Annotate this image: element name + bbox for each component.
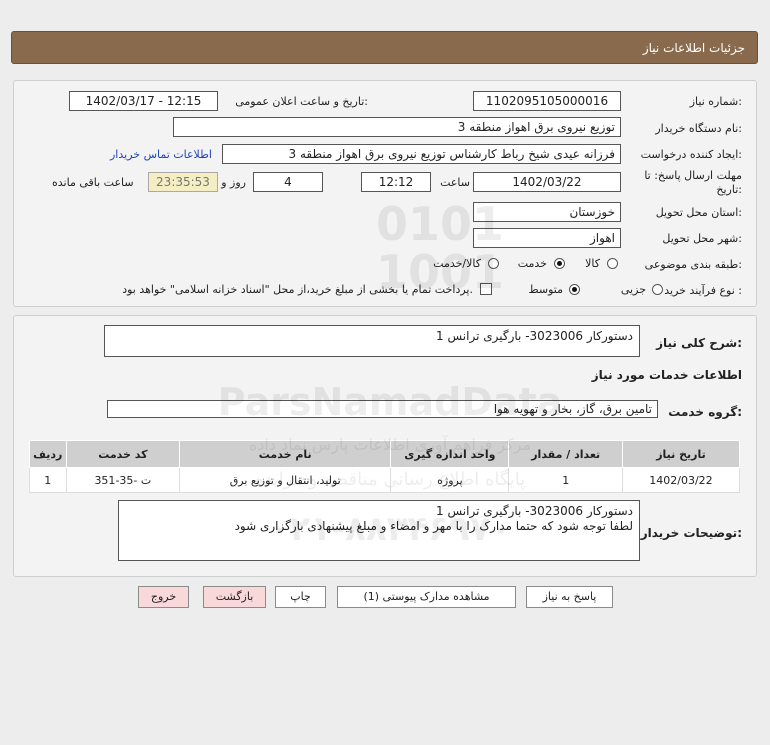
province-field: خوزستان: [473, 202, 621, 222]
buyer-desc-label: توضیحات خریدار:: [640, 526, 742, 540]
city-label: شهر محل تحویل:: [662, 232, 742, 245]
buyer-org-label: نام دستگاه خریدار:: [655, 122, 742, 135]
province-label: استان محل تحویل:: [655, 206, 742, 219]
category-option-goods: کالا: [585, 257, 600, 270]
cell-service-code: ت -35-351: [65, 467, 181, 493]
services-table: ردیف کد خدمت نام خدمت واحد اندازه گیری ت…: [29, 440, 741, 493]
col-unit: واحد اندازه گیری: [390, 440, 510, 468]
days-label: روز و: [221, 176, 246, 189]
announce-date-label: تاریخ و ساعت اعلان عمومی:: [235, 95, 368, 108]
cell-quantity: 1: [508, 467, 623, 493]
print-button[interactable]: چاپ: [275, 586, 326, 608]
cell-unit: پروژه: [390, 467, 510, 493]
buyer-desc-line-1: دستورکار 3023006- بارگیری ترانس 1: [436, 504, 633, 518]
deadline-time-field: 12:12: [361, 172, 431, 192]
category-option-goods-service: کالا/خدمت: [433, 257, 481, 270]
process-option-minor: جزیی: [620, 283, 646, 296]
exit-button[interactable]: خروج: [138, 586, 189, 608]
summary-label: شرح کلی نیاز:: [656, 336, 742, 350]
col-service-code: کد خدمت: [65, 440, 181, 468]
process-label: نوع فرآیند خرید :: [664, 284, 742, 297]
payment-note: پرداخت تمام یا بخشی از مبلغ خرید،از محل …: [122, 283, 473, 296]
deadline-time-label: ساعت: [440, 176, 470, 189]
summary-box: دستورکار 3023006- بارگیری ترانس 1: [104, 325, 640, 357]
treasury-docs-checkbox[interactable]: [480, 283, 492, 295]
category-radio-goods-service[interactable]: [488, 258, 499, 269]
view-documents-button[interactable]: مشاهده مدارک پیوستی (1): [337, 586, 516, 608]
cell-row: 1: [29, 467, 67, 493]
remaining-time-field: 23:35:53: [148, 172, 218, 192]
service-group-label: گروه خدمت:: [668, 405, 742, 419]
category-radio-service[interactable]: [554, 258, 565, 269]
buyer-org-field: توزیع نیروی برق اهواز منطقه 3: [173, 117, 621, 137]
cell-service-name: تولید، انتقال و توزیع برق: [179, 467, 392, 493]
page-header: جزئیات اطلاعات نیاز: [11, 31, 758, 64]
info-panel: [13, 80, 757, 307]
service-group-field: تامین برق، گاز، بخار و تهویه هوا: [107, 400, 658, 418]
remaining-time-label: ساعت باقی مانده: [52, 176, 134, 189]
col-service-name: نام خدمت: [179, 440, 392, 468]
cell-need-date: 1402/03/22: [621, 467, 741, 493]
deadline-date-label: تاریخ:: [716, 183, 742, 196]
creator-label: ایجاد کننده درخواست:: [640, 148, 742, 161]
category-radio-goods[interactable]: [607, 258, 618, 269]
process-radio-minor[interactable]: [652, 284, 663, 295]
need-number-field: 1102095105000016: [473, 91, 621, 111]
buyer-desc-line-2: لطفا توجه شود که حتما مدارک را با مهر و …: [234, 519, 633, 533]
col-need-date: تاریخ نیاز: [621, 440, 741, 468]
process-option-medium: متوسط: [528, 283, 563, 296]
city-field: اهواز: [473, 228, 621, 248]
reply-button[interactable]: پاسخ به نیاز: [526, 586, 613, 608]
process-radio-medium[interactable]: [569, 284, 580, 295]
deadline-date-field: 1402/03/22: [473, 172, 621, 192]
col-row: ردیف: [29, 440, 67, 468]
col-quantity: تعداد / مقدار: [508, 440, 623, 468]
deadline-label: مهلت ارسال پاسخ: تا: [644, 169, 742, 182]
category-option-service: خدمت: [517, 257, 547, 270]
creator-field: فرزانه عیدی شیخ رباط کارشناس توزیع نیروی…: [222, 144, 621, 164]
summary-text: دستورکار 3023006- بارگیری ترانس 1: [436, 329, 633, 343]
services-title: اطلاعات خدمات مورد نیاز: [591, 368, 742, 382]
buyer-contact-link[interactable]: اطلاعات تماس خریدار: [110, 148, 212, 161]
category-label: طبقه بندی موضوعی:: [644, 258, 742, 271]
services-table-header: ردیف کد خدمت نام خدمت واحد اندازه گیری ت…: [29, 440, 741, 468]
back-button[interactable]: بازگشت: [203, 586, 266, 608]
page-title: جزئیات اطلاعات نیاز: [642, 41, 745, 55]
days-field: 4: [253, 172, 323, 192]
table-row: 1 ت -35-351 تولید، انتقال و توزیع برق پر…: [29, 467, 741, 493]
need-number-label: شماره نیاز:: [689, 95, 742, 108]
buyer-desc-box: دستورکار 3023006- بارگیری ترانس 1 لطفا ت…: [118, 500, 640, 561]
announce-date-field: 1402/03/17 - 12:15: [69, 91, 218, 111]
